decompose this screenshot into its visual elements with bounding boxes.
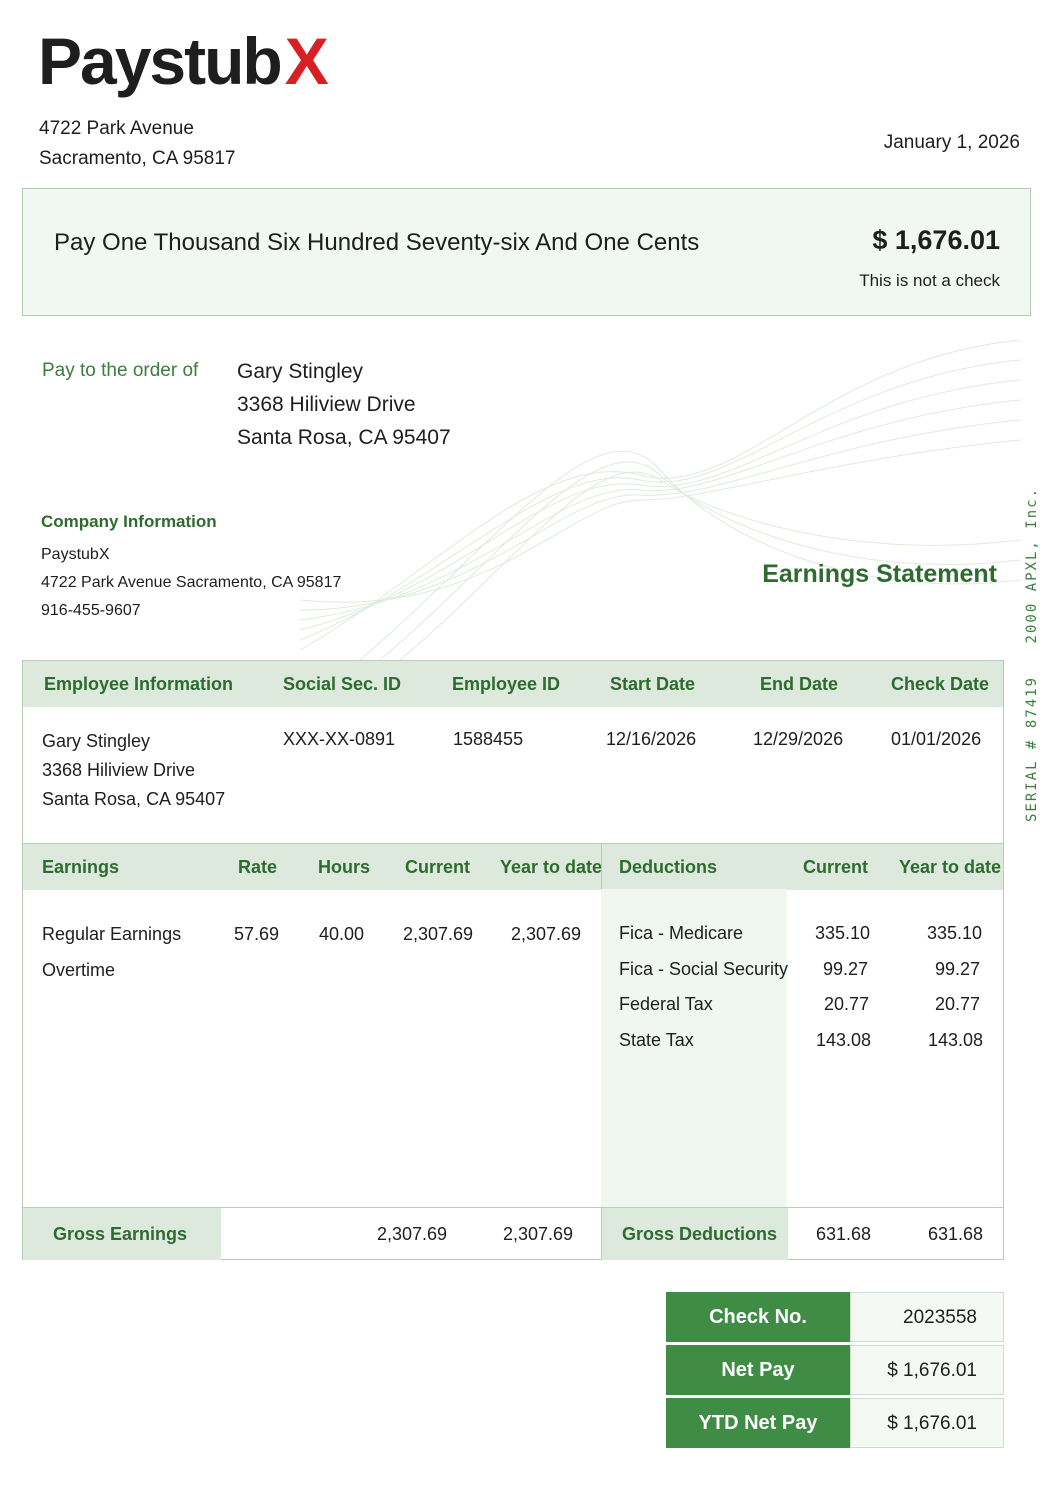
employee-address1: 3368 Hiliview Drive — [42, 760, 196, 780]
deduction-ytd-social-security: 99.27 — [935, 959, 981, 979]
ytd-net-pay-label: YTD Net Pay — [666, 1398, 850, 1448]
earning-current-regular: 2,307.69 — [403, 924, 474, 944]
company-address: 4722 Park Avenue Sacramento, CA 95817 — [39, 114, 235, 174]
check-no-value: 2023558 — [850, 1292, 1004, 1342]
payee-block: Gary Stingley 3368 Hiliview Drive Santa … — [237, 355, 451, 454]
earning-hours-regular: 40.00 — [319, 924, 365, 944]
header-hours: Hours — [318, 857, 371, 877]
header-earnings: Earnings — [42, 857, 120, 877]
earnings-header-row: Earnings Rate Hours Current Year to date… — [23, 843, 1003, 890]
gross-deductions-label-cell: Gross Deductions — [601, 1208, 788, 1260]
header-end-date: End Date — [760, 674, 839, 694]
deduction-ytd-medicare: 335.10 — [927, 923, 983, 943]
deduction-ytd-state: 143.08 — [928, 1030, 984, 1050]
header-employee-info: Employee Information — [44, 674, 234, 694]
payee-address1: 3368 Hiliview Drive — [237, 393, 416, 416]
gross-earnings-label-cell: Gross Earnings — [23, 1208, 221, 1260]
employee-end-date: 12/29/2026 — [753, 729, 844, 749]
header-divider — [601, 844, 602, 890]
gross-deductions-label: Gross Deductions — [622, 1224, 778, 1244]
summary-panel: Check No. 2023558 Net Pay $ 1,676.01 YTD… — [666, 1292, 1004, 1448]
brand-logo-accent: X — [284, 24, 329, 98]
ytd-net-pay-value: $ 1,676.01 — [850, 1398, 1004, 1448]
gross-earnings-ytd: 2,307.69 — [503, 1224, 574, 1244]
gross-deductions-current: 631.68 — [816, 1224, 872, 1244]
net-pay-value: $ 1,676.01 — [850, 1345, 1004, 1395]
header-employee-id: Employee ID — [452, 674, 561, 694]
deduction-current-state: 143.08 — [816, 1030, 872, 1050]
earning-label-overtime: Overtime — [42, 960, 116, 980]
payee-address2: Santa Rosa, CA 95407 — [237, 426, 451, 449]
deduction-current-medicare: 335.10 — [815, 923, 871, 943]
earnings-statement-title: Earnings Statement — [762, 560, 997, 588]
deduction-current-social-security: 99.27 — [823, 959, 869, 979]
pay-to-label: Pay to the order of — [42, 360, 199, 381]
header-earn-ytd: Year to date — [500, 857, 603, 877]
serial-side-text: SERIAL # 87419 — [1024, 676, 1040, 823]
brand-logo-text: Paystub — [38, 24, 283, 98]
employee-name: Gary Stingley — [42, 731, 151, 751]
pay-amount: $ 1,676.01 — [872, 225, 1000, 255]
deduction-label-medicare: Fica - Medicare — [619, 923, 744, 943]
company-full-address: 4722 Park Avenue Sacramento, CA 95817 — [41, 574, 342, 591]
header-check-date: Check Date — [891, 674, 990, 694]
employee-start-date: 12/16/2026 — [606, 729, 697, 749]
amount-in-words: Pay One Thousand Six Hundred Seventy-six… — [54, 229, 700, 256]
header-ssn: Social Sec. ID — [283, 674, 402, 694]
earning-label-regular: Regular Earnings — [42, 924, 182, 944]
gross-deductions-ytd: 631.68 — [928, 1224, 984, 1244]
brand-logo: PaystubX — [38, 28, 329, 94]
header-rate: Rate — [238, 857, 278, 877]
employee-address2: Santa Rosa, CA 95407 — [42, 789, 226, 809]
company-name: PaystubX — [41, 546, 110, 563]
gross-earnings-label: Gross Earnings — [53, 1224, 188, 1244]
header-ded-ytd: Year to date — [899, 857, 1002, 877]
earning-ytd-regular: 2,307.69 — [511, 924, 582, 944]
employee-check-date: 01/01/2026 — [891, 729, 982, 749]
header-earn-current: Current — [405, 857, 471, 877]
company-info: PaystubX 4722 Park Avenue Sacramento, CA… — [41, 541, 341, 625]
header-deductions: Deductions — [619, 857, 718, 877]
company-address-line1: 4722 Park Avenue — [39, 118, 194, 139]
not-a-check-note: This is not a check — [859, 271, 1000, 290]
totals-row: Gross Earnings 2,307.69 2,307.69 Gross D… — [23, 1207, 1003, 1260]
check-no-label: Check No. — [666, 1292, 850, 1342]
gross-earnings-current: 2,307.69 — [377, 1224, 448, 1244]
deduction-label-federal: Federal Tax — [619, 994, 713, 1014]
company-phone: 916-455-9607 — [41, 602, 141, 619]
deduction-label-state: State Tax — [619, 1030, 694, 1050]
employee-header-row: Employee Information Social Sec. ID Empl… — [23, 661, 1003, 707]
employee-id: 1588455 — [453, 729, 524, 749]
copyright-side-text: 2000 APXL, Inc. — [1024, 487, 1040, 644]
header-start-date: Start Date — [610, 674, 696, 694]
company-info-title: Company Information — [41, 512, 217, 531]
statement-date: January 1, 2026 — [883, 132, 1020, 153]
company-address-line2: Sacramento, CA 95817 — [39, 148, 236, 169]
net-pay-label: Net Pay — [666, 1345, 850, 1395]
deduction-current-federal: 20.77 — [824, 994, 870, 1014]
employee-info-cell: Gary Stingley 3368 Hiliview Drive Santa … — [42, 727, 225, 814]
payee-name: Gary Stingley — [237, 360, 364, 383]
earnings-table: Employee Information Social Sec. ID Empl… — [22, 660, 1004, 1260]
deduction-ytd-federal: 20.77 — [935, 994, 981, 1014]
header-ded-current: Current — [803, 857, 869, 877]
pay-amount-box: Pay One Thousand Six Hundred Seventy-six… — [22, 188, 1031, 316]
deduction-label-social-security: Fica - Social Security — [619, 959, 789, 979]
employee-ssn: XXX-XX-0891 — [283, 729, 396, 749]
earning-rate-regular: 57.69 — [234, 924, 280, 944]
